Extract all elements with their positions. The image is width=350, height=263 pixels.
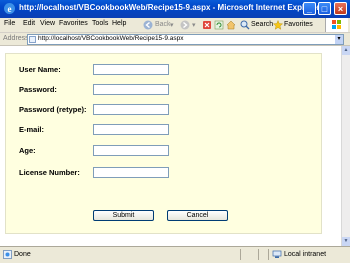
password-retype-input[interactable]: [93, 104, 169, 115]
security-zone-text: Local intranet: [284, 251, 327, 258]
stop-icon[interactable]: [202, 20, 212, 30]
age-input[interactable]: [93, 145, 169, 156]
back-button-label[interactable]: Back: [155, 21, 171, 28]
address-label: Address: [3, 35, 29, 42]
status-separator: [268, 249, 269, 260]
menu-favorites[interactable]: Favorites: [59, 20, 88, 27]
search-button-label[interactable]: Search: [251, 21, 273, 28]
menu-help[interactable]: Help: [112, 20, 126, 27]
scroll-up-icon[interactable]: ▲: [342, 46, 350, 55]
browser-window: e http://localhost/VBCookbookWeb/Recipe1…: [0, 0, 350, 263]
user-name-label: User Name:: [19, 65, 61, 74]
status-separator: [258, 249, 259, 260]
status-text: Done: [14, 251, 31, 258]
menu-tools[interactable]: Tools: [92, 20, 108, 27]
refresh-icon[interactable]: [214, 20, 224, 30]
title-bar: e http://localhost/VBCookbookWeb/Recipe1…: [0, 0, 350, 18]
menu-edit[interactable]: Edit: [23, 20, 35, 27]
vertical-scrollbar[interactable]: ▲ ▼: [341, 46, 350, 246]
cancel-button[interactable]: Cancel: [167, 210, 228, 221]
age-label: Age:: [19, 146, 36, 155]
page-done-icon: [3, 250, 12, 259]
forward-icon[interactable]: [180, 20, 190, 30]
form-panel: [5, 53, 322, 234]
password-input[interactable]: [93, 84, 169, 95]
page-icon: [29, 36, 36, 43]
address-input[interactable]: http://localhost/VBCookbookWeb/Recipe15-…: [27, 34, 344, 45]
password-retype-label: Password (retype):: [19, 105, 87, 114]
windows-logo: [325, 18, 348, 32]
toolbar: Back ▾ ▾ Search Favorites: [140, 18, 350, 32]
submit-button[interactable]: Submit: [93, 210, 154, 221]
windows-flag-icon: [332, 20, 341, 29]
favorites-star-icon[interactable]: [273, 20, 283, 30]
address-url[interactable]: http://localhost/VBCookbookWeb/Recipe15-…: [38, 35, 184, 42]
maximize-button[interactable]: □: [318, 2, 331, 15]
address-bar: Address http://localhost/VBCookbookWeb/R…: [0, 33, 350, 46]
menu-file[interactable]: File: [4, 20, 15, 27]
forward-dropdown-icon[interactable]: ▾: [192, 21, 196, 29]
search-icon[interactable]: [240, 20, 250, 30]
email-label: E-mail:: [19, 125, 45, 134]
scroll-down-icon[interactable]: ▼: [342, 237, 350, 246]
svg-text:e: e: [8, 4, 12, 14]
home-icon[interactable]: [226, 20, 236, 30]
address-dropdown-icon[interactable]: ▾: [335, 35, 343, 44]
back-icon[interactable]: [143, 20, 153, 30]
favorites-button-label[interactable]: Favorites: [284, 21, 313, 28]
password-label: Password:: [19, 85, 57, 94]
email-input[interactable]: [93, 124, 169, 135]
status-separator: [240, 249, 241, 260]
window-title: http://localhost/VBCookbookWeb/Recipe15-…: [19, 3, 320, 12]
license-number-input[interactable]: [93, 167, 169, 178]
close-button[interactable]: ×: [334, 2, 347, 15]
user-name-input[interactable]: [93, 64, 169, 75]
back-dropdown-icon[interactable]: ▾: [170, 21, 174, 29]
menu-view[interactable]: View: [40, 20, 55, 27]
local-intranet-icon: [272, 250, 282, 258]
status-bar: Done Local intranet: [0, 246, 350, 263]
minimize-button[interactable]: _: [303, 2, 316, 15]
license-number-label: License Number:: [19, 168, 80, 177]
internet-explorer-icon: e: [4, 3, 15, 14]
